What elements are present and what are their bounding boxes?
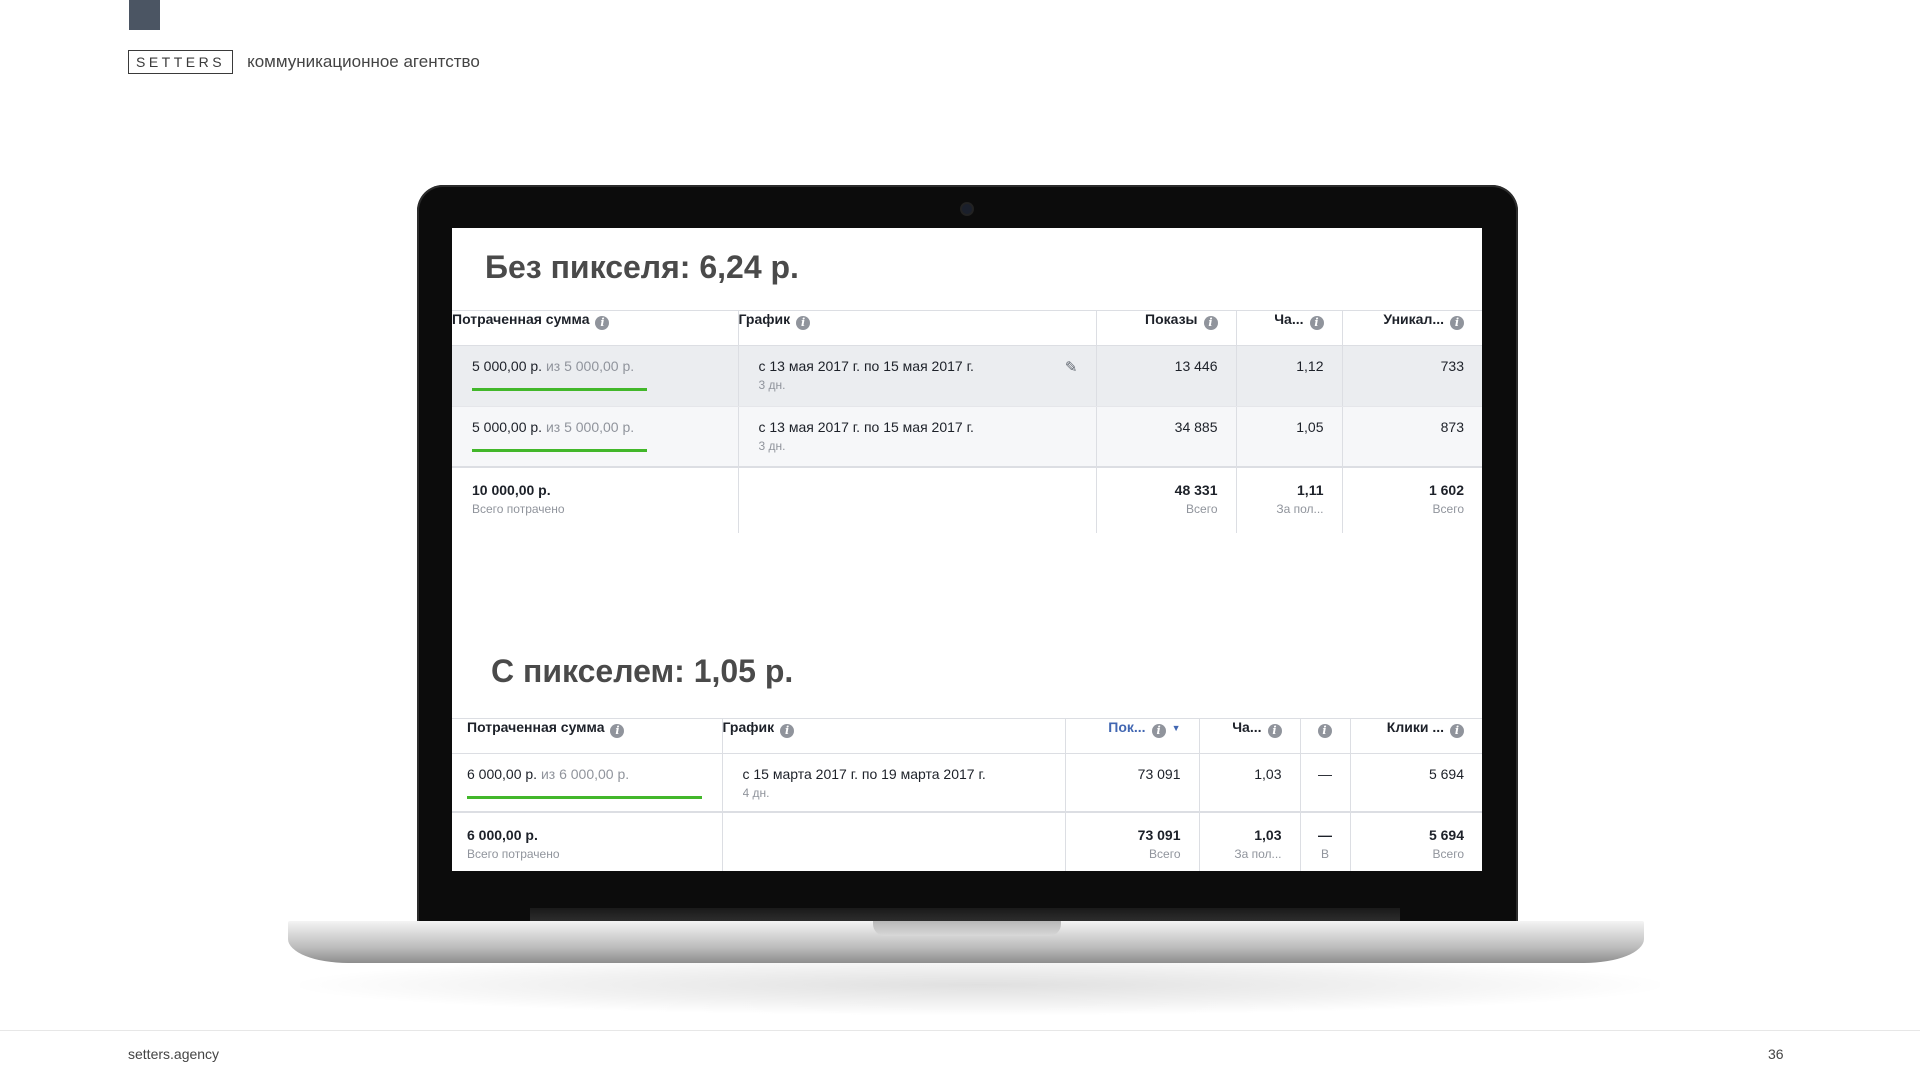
unique-cell: 873	[1342, 406, 1482, 467]
spent-cell: 6 000,00 р. из 6 000,00 р.	[452, 753, 723, 812]
laptop-hinge	[530, 908, 1400, 922]
table-header: Потраченная сумма i График i Показы i Ча...…	[452, 310, 1482, 346]
corner-accent-block	[129, 0, 160, 30]
table-total-row: 10 000,00 р. Всего потрачено 48 331 Всег…	[452, 465, 1482, 533]
schedule-cell[interactable]: с 15 марта 2017 г. по 19 марта 2017 г. 4…	[722, 753, 1066, 812]
total-spent-cell: 6 000,00 р. Всего потрачено	[452, 810, 723, 871]
budget-progress-bar	[467, 796, 702, 799]
table-row[interactable]: 6 000,00 р. из 6 000,00 р. с 15 марта 20…	[452, 753, 1482, 812]
frequency-cell: 1,12	[1236, 345, 1343, 407]
extra-cell: —	[1300, 753, 1351, 812]
laptop-screen: Без пикселя: 6,24 р. Потраченная сумма i …	[452, 228, 1482, 871]
impressions-cell: 73 091	[1065, 753, 1200, 812]
footer-divider	[0, 1030, 1920, 1031]
info-icon[interactable]: i	[796, 316, 811, 330]
total-clicks-cell: 5 694 Всего	[1350, 810, 1482, 871]
total-frequency-cell: 1,11 За пол...	[1236, 465, 1343, 533]
schedule-cell[interactable]: с 13 мая 2017 г. по 15 мая 2017 г. 3 дн.	[738, 406, 1097, 467]
table-row[interactable]: 5 000,00 р. из 5 000,00 р. с 13 мая 2017…	[452, 345, 1482, 407]
info-icon[interactable]: i	[1151, 724, 1166, 738]
camera-icon	[962, 204, 972, 214]
column-header-unique[interactable]: Уникал... i	[1342, 310, 1482, 346]
total-frequency-cell: 1,03 За пол...	[1199, 810, 1301, 871]
table-row[interactable]: 5 000,00 р. из 5 000,00 р. с 13 мая 2017…	[452, 406, 1482, 467]
info-icon[interactable]: i	[610, 724, 625, 738]
column-header-extra[interactable]: i	[1300, 718, 1351, 754]
table-header: Потраченная сумма i График i Пок... i ▼ Ча..…	[452, 718, 1482, 754]
total-impressions-cell: 48 331 Всего	[1096, 465, 1237, 533]
table-total-row: 6 000,00 р. Всего потрачено 73 091 Всего…	[452, 810, 1482, 871]
impressions-cell: 34 885	[1096, 406, 1237, 467]
spent-cell: 5 000,00 р. из 5 000,00 р.	[452, 406, 739, 467]
unique-cell: 733	[1342, 345, 1482, 407]
column-header-frequency[interactable]: Ча... i	[1236, 310, 1343, 346]
total-unique-cell: 1 602 Всего	[1342, 465, 1482, 533]
column-header-spent[interactable]: Потраченная сумма i	[452, 310, 739, 346]
ads-table-with-pixel: Потраченная сумма i График i Пок... i ▼ Ча..…	[452, 718, 1482, 871]
frequency-cell: 1,05	[1236, 406, 1343, 467]
info-icon[interactable]: i	[1450, 724, 1464, 738]
column-header-schedule[interactable]: График i	[722, 718, 1066, 754]
budget-progress-bar	[472, 388, 647, 391]
section-title-without-pixel: Без пикселя: 6,24 р.	[485, 249, 799, 285]
total-schedule-cell	[738, 465, 1097, 533]
page-number: 36	[1768, 1046, 1784, 1062]
footer-url[interactable]: setters.agency	[128, 1046, 219, 1062]
column-header-spent[interactable]: Потраченная сумма i	[452, 718, 723, 754]
budget-progress-bar	[472, 449, 647, 452]
ads-table-without-pixel: Потраченная сумма i График i Показы i Ча...…	[452, 310, 1482, 533]
info-icon[interactable]: i	[1317, 724, 1332, 738]
column-header-frequency[interactable]: Ча... i	[1199, 718, 1301, 754]
info-icon[interactable]: i	[595, 316, 610, 330]
info-icon[interactable]: i	[1203, 316, 1218, 330]
column-header-impressions[interactable]: Показы i	[1096, 310, 1237, 346]
brand-header: SETTERS коммуникационное агентство	[128, 50, 480, 74]
laptop-notch	[873, 921, 1061, 936]
info-icon[interactable]: i	[1267, 724, 1282, 738]
total-schedule-cell	[722, 810, 1066, 871]
sort-down-icon[interactable]: ▼	[1172, 723, 1181, 733]
schedule-cell[interactable]: с 13 мая 2017 г. по 15 мая 2017 г. ✎ 3 д…	[738, 345, 1097, 407]
frequency-cell: 1,03	[1199, 753, 1301, 812]
total-impressions-cell: 73 091 Всего	[1065, 810, 1200, 871]
column-header-impressions[interactable]: Пок... i ▼	[1065, 718, 1200, 754]
pencil-icon[interactable]: ✎	[1065, 358, 1078, 376]
setters-logo: SETTERS	[128, 50, 234, 74]
column-header-clicks[interactable]: Клики ... i	[1350, 718, 1482, 754]
total-extra-cell: — В	[1300, 810, 1351, 871]
brand-tagline: коммуникационное агентство	[247, 52, 480, 71]
info-icon[interactable]: i	[1450, 316, 1464, 330]
info-icon[interactable]: i	[780, 724, 795, 738]
info-icon[interactable]: i	[1309, 316, 1324, 330]
clicks-cell: 5 694	[1350, 753, 1482, 812]
total-spent-cell: 10 000,00 р. Всего потрачено	[452, 465, 739, 533]
section-title-with-pixel: С пикселем: 1,05 р.	[491, 653, 794, 689]
impressions-cell: 13 446	[1096, 345, 1237, 407]
spent-cell: 5 000,00 р. из 5 000,00 р.	[452, 345, 739, 407]
laptop-shadow	[300, 955, 1660, 1015]
column-header-schedule[interactable]: График i	[738, 310, 1097, 346]
